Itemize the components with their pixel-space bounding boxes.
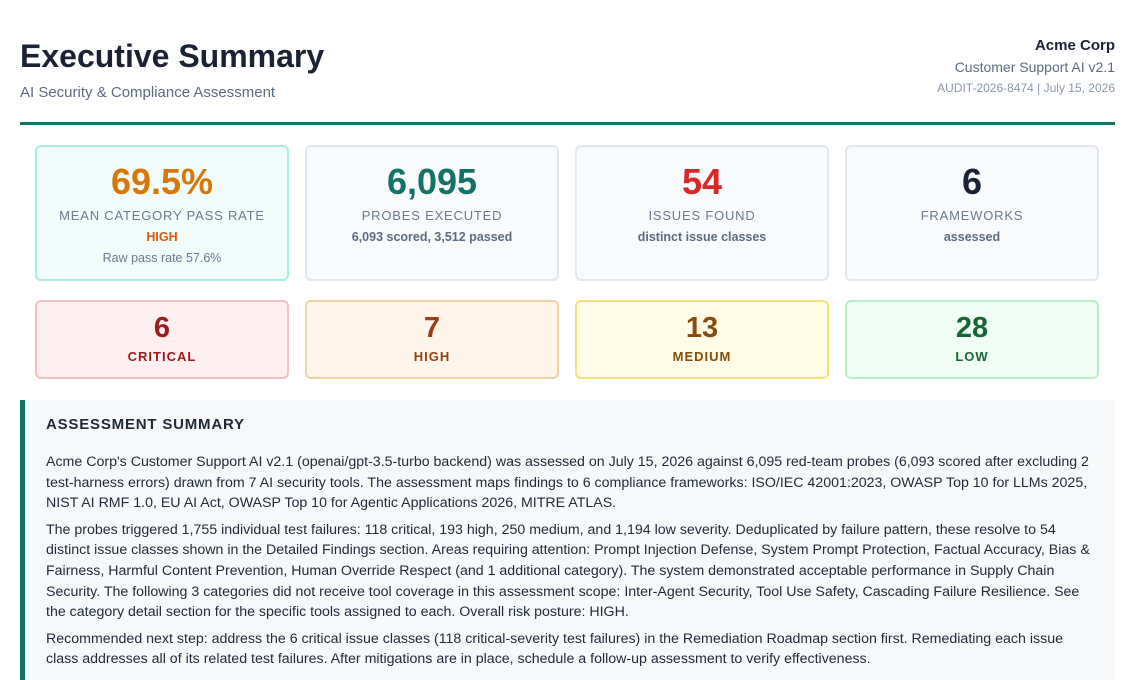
- kpi-card-pass-rate: 69.5% Mean Category Pass Rate HIGH Raw p…: [35, 145, 289, 281]
- summary-paragraph: The probes triggered 1,755 individual te…: [46, 521, 1090, 621]
- kpi-label: Mean Category Pass Rate: [59, 208, 265, 223]
- severity-card-medium: 13 MEDIUM: [575, 300, 829, 379]
- kpi-value: 6,095: [386, 161, 478, 202]
- kpi-subtext: 6,093 scored, 3,512 passed: [351, 230, 513, 244]
- page-title: Executive Summary: [20, 38, 325, 74]
- kpi-note: Raw pass rate 57.6%: [102, 251, 222, 265]
- kpi-card-probes: 6,095 Probes Executed 6,093 scored, 3,51…: [305, 145, 559, 281]
- assessment-summary: ASSESSMENT SUMMARY Acme Corp's Customer …: [20, 400, 1115, 680]
- summary-paragraph: Acme Corp's Customer Support AI v2.1 (op…: [46, 454, 1089, 512]
- severity-card-critical: 6 CRITICAL: [35, 300, 289, 379]
- severity-count: 28: [955, 312, 989, 344]
- severity-count: 7: [423, 312, 441, 344]
- severity-label: CRITICAL: [127, 349, 197, 364]
- severity-card-low: 28 LOW: [845, 300, 1099, 379]
- kpi-label: Frameworks: [920, 208, 1024, 223]
- product-name: Customer Support AI v2.1: [954, 59, 1115, 75]
- report-meta: Acme Corp Customer Support AI v2.1 AUDIT…: [937, 37, 1115, 95]
- summary-paragraph: Recommended next step: address the 6 cri…: [46, 630, 1063, 668]
- summary-heading: ASSESSMENT SUMMARY: [46, 416, 245, 433]
- kpi-value: 54: [681, 161, 723, 202]
- audit-id-date: AUDIT-2026-8474 | July 15, 2026: [937, 81, 1115, 95]
- company-name: Acme Corp: [1034, 37, 1115, 54]
- kpi-value: 69.5%: [110, 161, 214, 202]
- kpi-subtext: assessed: [943, 230, 1001, 244]
- kpi-subtext: distinct issue classes: [637, 230, 767, 244]
- severity-label: LOW: [955, 349, 989, 364]
- severity-label: MEDIUM: [672, 349, 732, 364]
- severity-count: 13: [685, 312, 719, 344]
- kpi-label: Issues Found: [648, 208, 756, 223]
- severity-card-high: 7 HIGH: [305, 300, 559, 379]
- kpi-card-issues: 54 Issues Found distinct issue classes: [575, 145, 829, 281]
- page-subtitle: AI Security & Compliance Assessment: [20, 84, 276, 101]
- kpi-card-frameworks: 6 Frameworks assessed: [845, 145, 1099, 281]
- kpi-value: 6: [961, 161, 983, 202]
- report-header: Executive Summary AI Security & Complian…: [20, 0, 1115, 125]
- kpi-label: Probes Executed: [361, 208, 503, 223]
- risk-level-badge: HIGH: [146, 230, 178, 244]
- severity-label: HIGH: [413, 349, 451, 364]
- severity-count: 6: [153, 312, 171, 344]
